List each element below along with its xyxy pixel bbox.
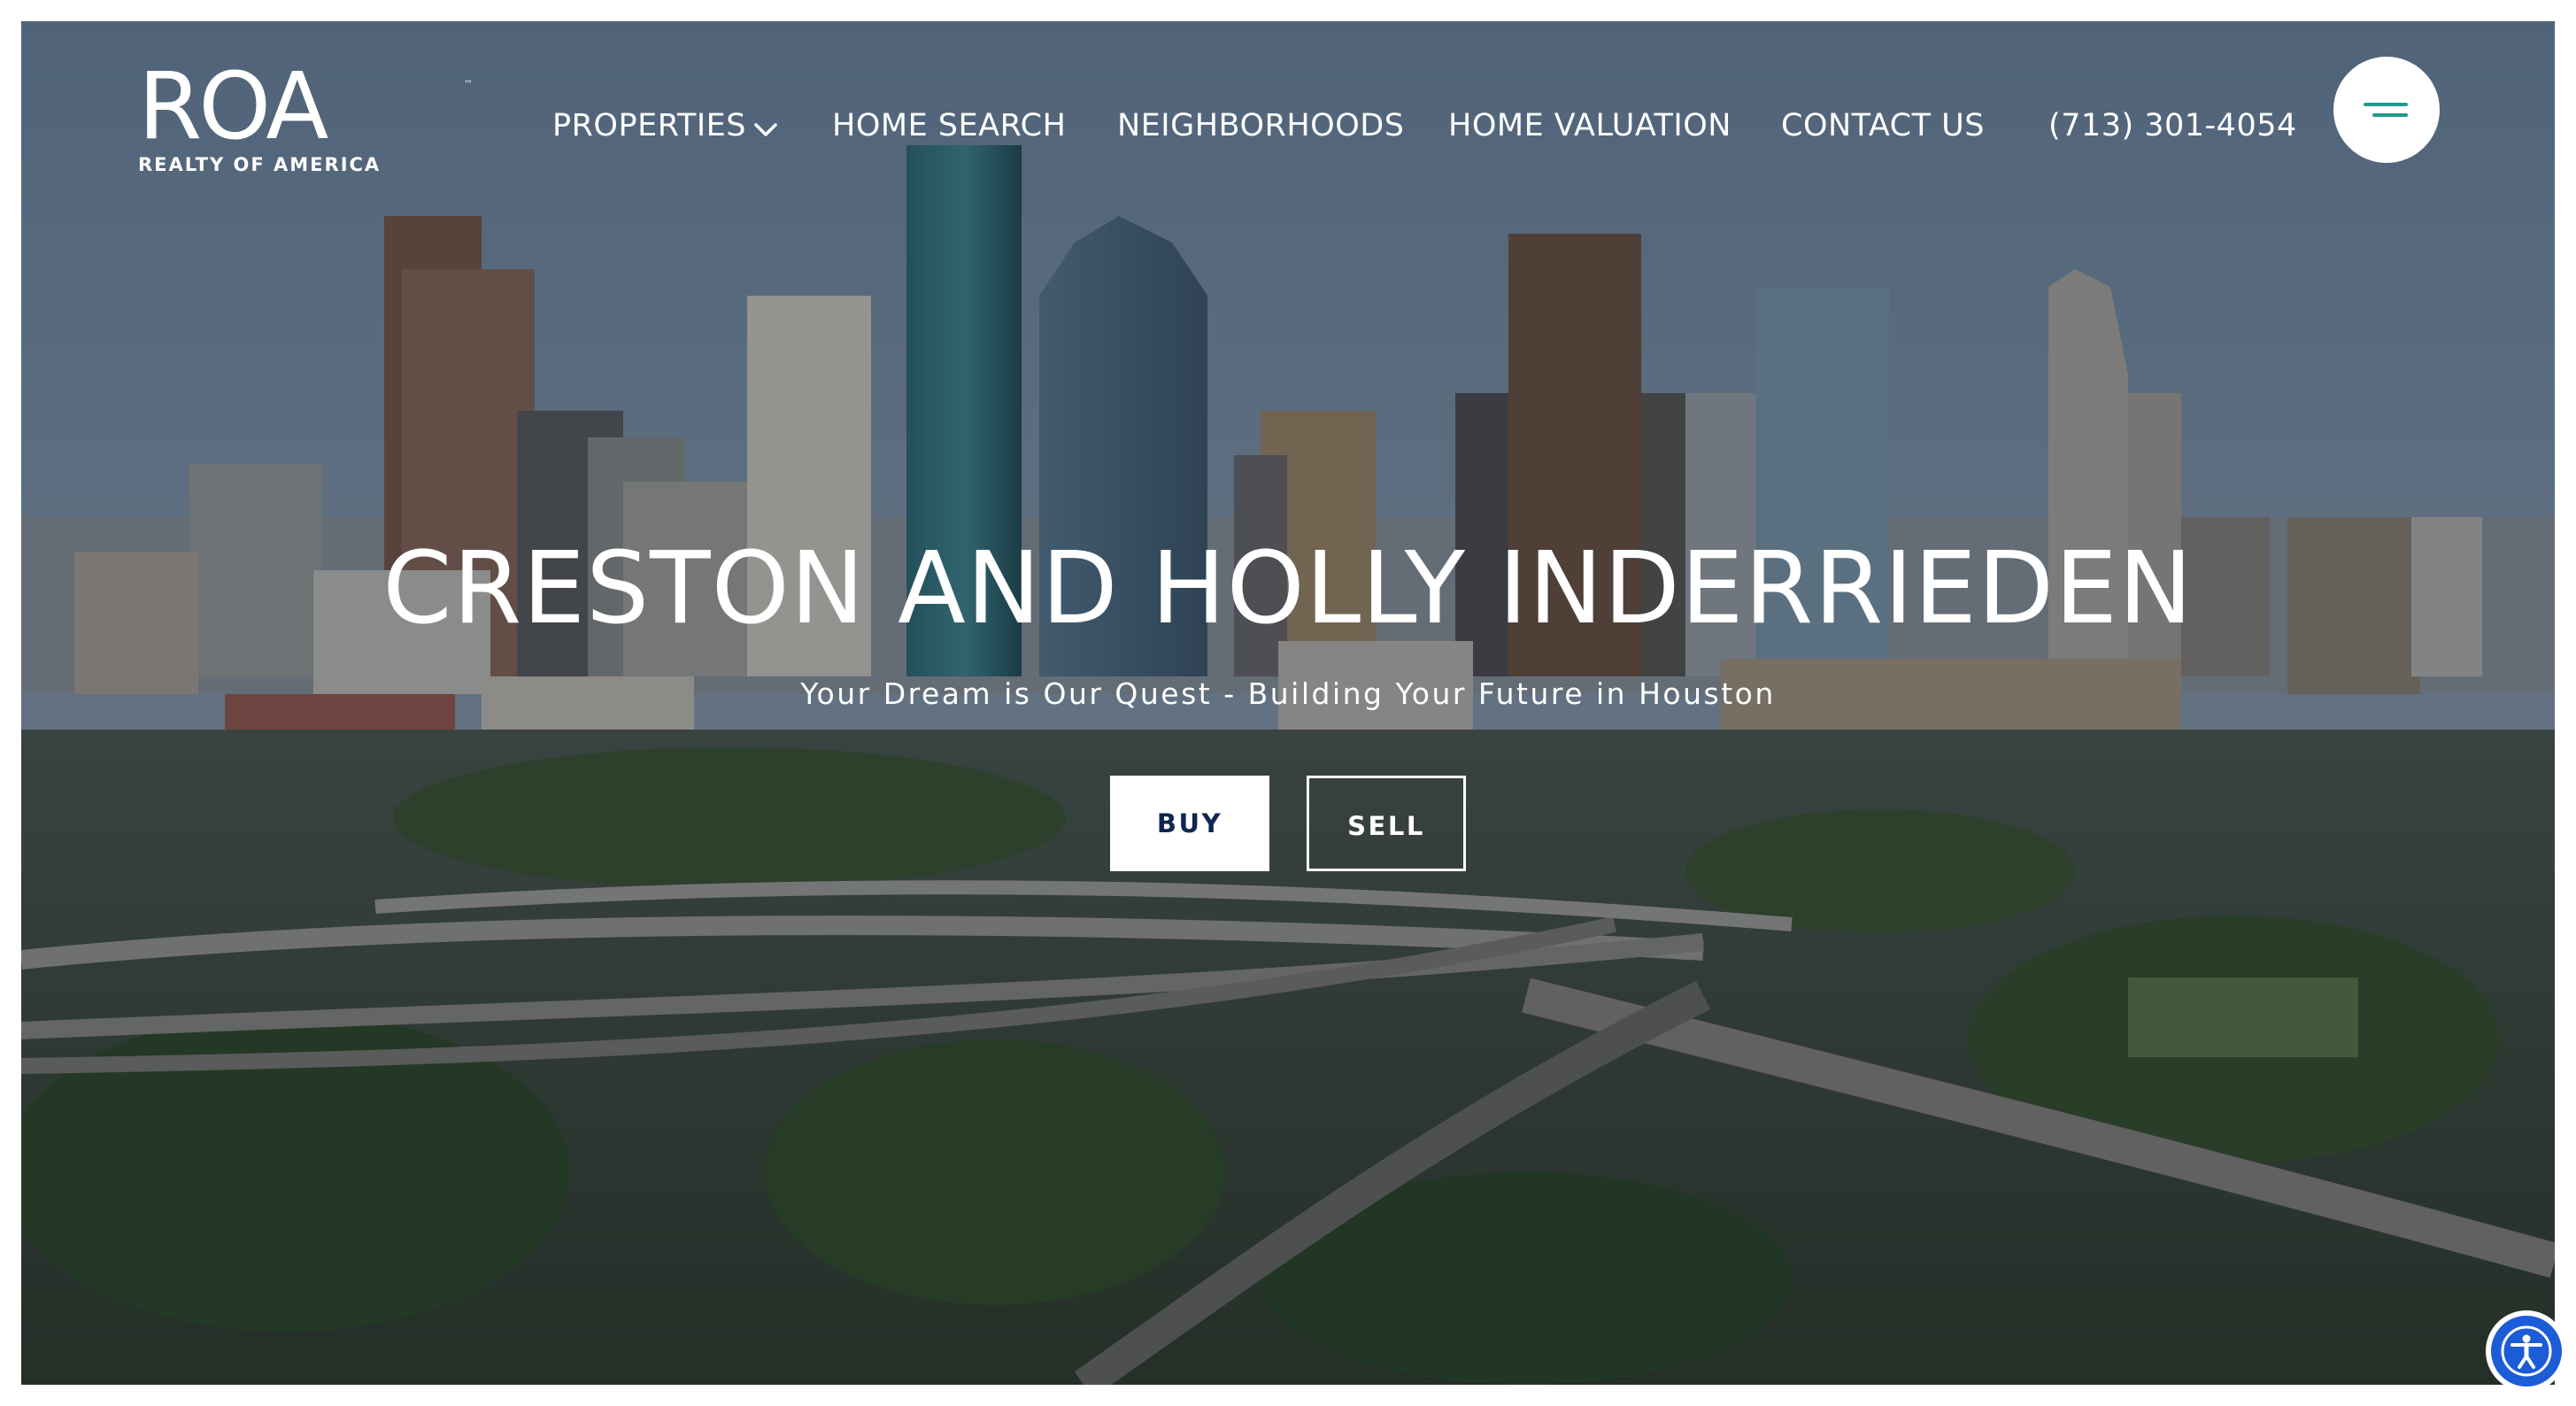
hero-title: CRESTON AND HOLLY INDERRIEDEN xyxy=(382,531,2194,646)
nav-item-neighborhoods[interactable]: NEIGHBORHOODS xyxy=(1117,108,1404,143)
logo[interactable]: ROA ™ REALTY OF AMERICA xyxy=(138,52,473,175)
chevron-down-icon[interactable] xyxy=(752,117,779,143)
nav-item-contact-us[interactable]: CONTACT US xyxy=(1781,108,1985,143)
hamburger-menu-icon xyxy=(2364,103,2408,106)
accessibility-icon xyxy=(2491,1316,2562,1387)
accessibility-button[interactable] xyxy=(2486,1310,2567,1392)
nav-item-properties[interactable]: PROPERTIES xyxy=(552,108,746,143)
logo-mark: ROA xyxy=(138,52,328,160)
logo-trademark: ™ xyxy=(464,80,473,89)
hamburger-menu-icon-line xyxy=(2372,113,2408,117)
nav-item-home-valuation[interactable]: HOME VALUATION xyxy=(1448,108,1731,143)
sell-button[interactable]: SELL xyxy=(1307,776,1466,871)
hero-subtitle: Your Dream is Our Quest - Building Your … xyxy=(800,676,1776,711)
hero-section: ROA ™ REALTY OF AMERICA PROPERTIES HOME … xyxy=(21,21,2555,1385)
buy-button[interactable]: BUY xyxy=(1110,776,1269,871)
logo-subtitle: REALTY OF AMERICA xyxy=(138,154,382,175)
nav-item-home-search[interactable]: HOME SEARCH xyxy=(832,108,1066,143)
hamburger-menu-button[interactable] xyxy=(2333,57,2440,163)
nav-item-phone[interactable]: (713) 301-4054 xyxy=(2048,108,2297,143)
